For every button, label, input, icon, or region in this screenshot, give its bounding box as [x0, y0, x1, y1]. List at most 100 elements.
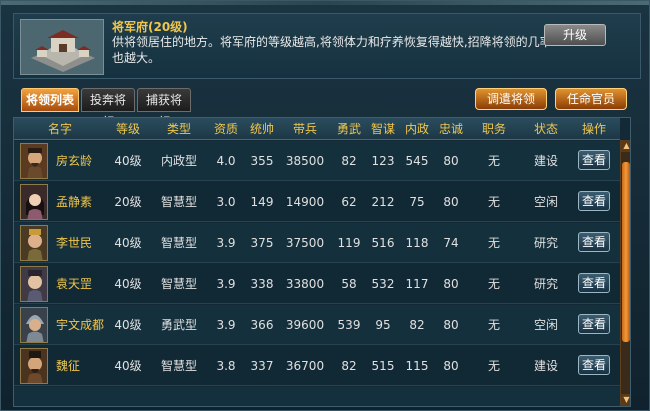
- general-status: 研究: [533, 236, 558, 250]
- scroll-up-arrow-icon[interactable]: ▲: [621, 140, 630, 152]
- building-info-panel: 将军府(20级) 供将领居住的地方。将军府的等级越高,将领体力和疗养恢复得越快,…: [13, 13, 641, 79]
- general-name[interactable]: 宇文成都: [56, 305, 106, 345]
- portrait-icon: [21, 267, 47, 301]
- general-type: 勇武型: [160, 318, 197, 332]
- view-general-button[interactable]: 查看: [578, 191, 610, 211]
- general-command: 355: [250, 154, 274, 168]
- general-loyalty: 80: [443, 318, 459, 332]
- general-valor: 539: [337, 318, 361, 332]
- column-header[interactable]: 统帅: [244, 118, 280, 140]
- column-header[interactable]: 状态: [526, 118, 566, 140]
- general-troops: 38500: [285, 154, 325, 168]
- general-avatar[interactable]: [20, 348, 48, 384]
- table-row[interactable]: 孟静素 20级 智慧型 3.0 149 14900 62 212 75 80 无…: [14, 182, 620, 222]
- general-valor: 82: [341, 359, 357, 373]
- column-header[interactable]: 带兵: [280, 118, 330, 140]
- table-row[interactable]: [14, 387, 620, 406]
- column-header[interactable]: 忠诚: [434, 118, 468, 140]
- general-status: 建设: [533, 154, 558, 168]
- column-header[interactable]: 类型: [154, 118, 204, 140]
- tab-general-list[interactable]: 将领列表: [21, 88, 79, 112]
- table-row[interactable]: 李世民 40级 智慧型 3.9 375 37500 119 516 118 74…: [14, 223, 620, 263]
- general-level: 40级: [114, 277, 142, 291]
- general-status: 建设: [533, 359, 558, 373]
- general-level: 20级: [114, 195, 142, 209]
- general-wisdom: 212: [371, 195, 395, 209]
- general-wisdom: 123: [371, 154, 395, 168]
- portrait-icon: [21, 308, 47, 342]
- building-icon: [21, 20, 103, 74]
- general-name[interactable]: 袁天罡: [56, 264, 106, 304]
- building-title: 将军府(20级): [112, 20, 188, 34]
- general-avatar[interactable]: [20, 184, 48, 220]
- general-mansion-window: 将军府(20级) 供将领居住的地方。将军府的等级越高,将领体力和疗养恢复得越快,…: [0, 0, 650, 411]
- column-header[interactable]: 职务: [474, 118, 514, 140]
- general-type: 内政型: [160, 154, 197, 168]
- general-loyalty: 80: [443, 277, 459, 291]
- column-header[interactable]: 勇武: [334, 118, 364, 140]
- general-troops: 39600: [285, 318, 325, 332]
- general-post: 无: [487, 195, 500, 209]
- table-row[interactable]: 宇文成都 40级 勇武型 3.9 366 39600 539 95 82 80 …: [14, 305, 620, 345]
- column-header[interactable]: 智谋: [366, 118, 400, 140]
- general-aptitude: 3.0: [216, 195, 236, 209]
- column-header[interactable]: 资质: [208, 118, 244, 140]
- general-post: 无: [487, 277, 500, 291]
- view-general-button[interactable]: 查看: [578, 150, 610, 170]
- general-troops: 37500: [285, 236, 325, 250]
- general-loyalty: 80: [443, 359, 459, 373]
- general-type: 智慧型: [160, 195, 197, 209]
- general-command: 375: [250, 236, 274, 250]
- view-general-button[interactable]: 查看: [578, 232, 610, 252]
- portrait-icon: [21, 349, 47, 383]
- general-loyalty: 80: [443, 195, 459, 209]
- view-general-button[interactable]: 查看: [578, 355, 610, 375]
- scroll-down-arrow-icon[interactable]: ▼: [621, 394, 630, 406]
- general-type: 智慧型: [160, 359, 197, 373]
- general-avatar[interactable]: [20, 266, 48, 302]
- general-aptitude: 3.8: [216, 359, 236, 373]
- general-aptitude: 4.0: [216, 154, 236, 168]
- general-avatar[interactable]: [20, 307, 48, 343]
- portrait-icon: [21, 185, 47, 219]
- column-header[interactable]: 等级: [106, 118, 150, 140]
- general-avatar[interactable]: [20, 143, 48, 179]
- general-name[interactable]: 魏征: [56, 346, 106, 386]
- general-name[interactable]: 李世民: [56, 223, 106, 263]
- table-header: 名字 等级 类型 资质 统帅 带兵 勇武 智谋 内政 忠诚 职务 状态 操作: [14, 118, 620, 140]
- column-header[interactable]: 名字: [14, 118, 106, 140]
- tab-captured-generals[interactable]: 捕获将领: [137, 88, 191, 129]
- table-scrollbar[interactable]: ▲ ▼: [620, 140, 630, 406]
- table-row[interactable]: 房玄龄 40级 内政型 4.0 355 38500 82 123 545 80 …: [14, 141, 620, 181]
- general-command: 149: [250, 195, 274, 209]
- general-post: 无: [487, 154, 500, 168]
- table-row[interactable]: 袁天罡 40级 智慧型 3.9 338 33800 58 532 117 80 …: [14, 264, 620, 304]
- general-politics: 117: [405, 277, 429, 291]
- scroll-thumb[interactable]: [622, 162, 630, 342]
- general-politics: 82: [409, 318, 425, 332]
- column-header[interactable]: 内政: [400, 118, 434, 140]
- general-post: 无: [487, 318, 500, 332]
- column-header[interactable]: 操作: [574, 118, 614, 140]
- general-name[interactable]: 孟静素: [56, 182, 106, 222]
- view-general-button[interactable]: 查看: [578, 314, 610, 334]
- general-valor: 119: [337, 236, 361, 250]
- upgrade-button[interactable]: 升级: [544, 24, 606, 46]
- general-status: 研究: [533, 277, 558, 291]
- general-status: 空闲: [533, 195, 558, 209]
- general-valor: 82: [341, 154, 357, 168]
- portrait-icon: [21, 144, 47, 178]
- appoint-officials-button[interactable]: 任命官员: [555, 88, 627, 110]
- general-aptitude: 3.9: [216, 236, 236, 250]
- general-level: 40级: [114, 154, 142, 168]
- dispatch-generals-button[interactable]: 调遣将领: [475, 88, 547, 110]
- general-avatar[interactable]: [20, 225, 48, 261]
- table-row[interactable]: 魏征 40级 智慧型 3.8 337 36700 82 515 115 80 无…: [14, 346, 620, 386]
- view-general-button[interactable]: 查看: [578, 273, 610, 293]
- general-aptitude: 3.9: [216, 318, 236, 332]
- general-level: 40级: [114, 359, 142, 373]
- general-aptitude: 3.9: [216, 277, 236, 291]
- portrait-icon: [21, 226, 47, 260]
- general-name[interactable]: 房玄龄: [56, 141, 106, 181]
- tab-defecting-generals[interactable]: 投奔将领: [81, 88, 135, 129]
